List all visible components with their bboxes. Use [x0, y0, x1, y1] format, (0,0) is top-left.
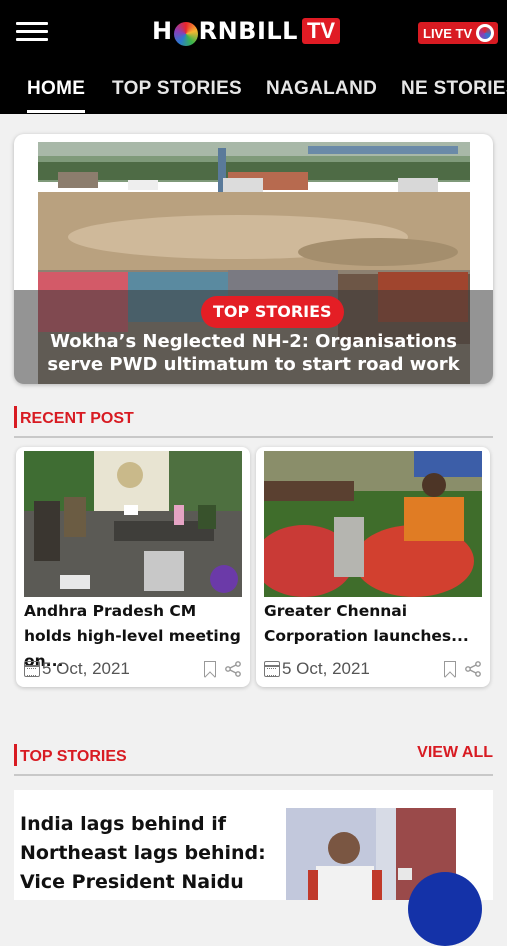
recent-post-title: RECENT POST [20, 410, 134, 427]
bookmark-icon[interactable] [444, 661, 456, 677]
logo-text-left: H [152, 17, 173, 45]
share-icon[interactable] [464, 661, 482, 677]
section-divider [14, 774, 493, 776]
card-meta: 5 Oct, 2021 [264, 659, 484, 683]
card-image [264, 451, 482, 597]
active-tab-indicator [27, 110, 85, 113]
card-image [24, 451, 242, 597]
calendar-icon [264, 661, 280, 677]
hamburger-icon[interactable] [16, 22, 48, 42]
card-date: 5 Oct, 2021 [282, 659, 370, 678]
live-tv-label: LIVE TV [423, 25, 473, 41]
recent-post-card[interactable]: Greater Chennai Corporation launches... … [256, 447, 490, 687]
hornbill-eye-icon [173, 22, 198, 46]
tab-ne-stories[interactable]: NE STORIES [401, 78, 507, 100]
app-header: H RNBILL TV LIVE TV [0, 0, 507, 62]
card-date: 5 Oct, 2021 [42, 659, 130, 678]
category-tabs: HOME TOP STORIES NAGALAND NE STORIES [0, 62, 507, 114]
tab-top-stories[interactable]: TOP STORIES [112, 78, 242, 100]
card-meta: 5 Oct, 2021 [24, 659, 244, 683]
section-accent-bar [14, 744, 17, 766]
live-tv-button[interactable]: LIVE TV [418, 22, 498, 44]
top-stories-header: TOP STORIES VIEW ALL [14, 740, 493, 776]
top-stories-title: TOP STORIES [20, 748, 127, 765]
recent-post-header: RECENT POST [14, 402, 493, 438]
hornbill-tv-logo[interactable]: H RNBILL TV [152, 13, 341, 49]
view-all-link[interactable]: VIEW ALL [417, 744, 493, 762]
recent-post-card[interactable]: Andhra Pradesh CM holds high-level meeti… [16, 447, 250, 687]
section-divider [14, 436, 493, 438]
tab-home[interactable]: HOME [27, 78, 85, 100]
logo-text-right: RNBILL [198, 17, 298, 45]
bookmark-icon[interactable] [204, 661, 216, 677]
top-stories-badge: TOP STORIES [201, 296, 344, 328]
share-icon[interactable] [224, 661, 242, 677]
story-title[interactable]: India lags behind if Northeast lags behi… [20, 810, 270, 897]
hero-title[interactable]: Wokha’s Neglected NH-2: Organisations se… [20, 330, 487, 376]
section-accent-bar [14, 406, 17, 428]
hornbill-eye-icon [476, 24, 494, 42]
floating-action-button[interactable] [408, 872, 482, 946]
calendar-icon [24, 661, 40, 677]
card-title[interactable]: Greater Chennai Corporation launches... [264, 599, 484, 649]
hero-story-card[interactable]: TOP STORIES Wokha’s Neglected NH-2: Orga… [14, 134, 493, 384]
tab-nagaland[interactable]: NAGALAND [266, 78, 377, 100]
logo-tv: TV [301, 18, 341, 44]
